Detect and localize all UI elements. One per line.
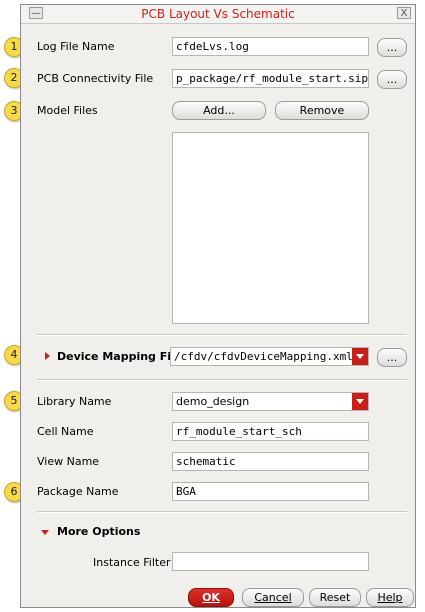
help-button[interactable]: Help (366, 588, 414, 607)
device-mapping-label[interactable]: Device Mapping File (57, 350, 182, 363)
cell-name-field[interactable]: rf_module_start_sch (172, 422, 369, 441)
device-mapping-browse-button[interactable]: ... (377, 348, 407, 367)
library-name-combo[interactable]: demo_design (172, 392, 369, 411)
instance-filter-label: Instance Filter (93, 556, 171, 569)
dialog-window: — PCB Layout Vs Schematic X Log File Nam… (20, 4, 416, 608)
package-name-label: Package Name (37, 485, 119, 498)
view-name-label: View Name (37, 455, 100, 468)
expand-arrow-icon[interactable] (45, 352, 50, 360)
cell-name-label: Cell Name (37, 425, 94, 438)
instance-filter-field[interactable] (172, 552, 369, 571)
cancel-button[interactable]: Cancel (242, 588, 304, 607)
help-label: Help (377, 591, 403, 604)
pcb-connectivity-label: PCB Connectivity File (37, 72, 154, 85)
remove-model-button[interactable]: Remove (275, 101, 369, 120)
log-file-field[interactable]: cfdeLvs.log (172, 37, 369, 56)
ok-button[interactable]: OK (188, 588, 234, 607)
log-file-browse-button[interactable]: ... (377, 38, 407, 57)
device-mapping-combo[interactable]: /cfdv/cfdvDeviceMapping.xml (170, 347, 369, 366)
library-name-label: Library Name (37, 395, 112, 408)
device-mapping-value: /cfdv/cfdvDeviceMapping.xml (174, 350, 353, 363)
dropdown-arrow-icon[interactable] (352, 393, 368, 410)
window-title: PCB Layout Vs Schematic (141, 7, 295, 21)
model-files-list[interactable] (172, 132, 369, 324)
reset-button[interactable]: Reset (309, 588, 361, 607)
cancel-label: Cancel (254, 591, 292, 604)
ok-label: OK (202, 591, 220, 604)
pcb-connectivity-field[interactable]: p_package/rf_module_start.sip (172, 69, 369, 88)
dropdown-arrow-icon[interactable] (352, 348, 368, 365)
separator-3 (37, 511, 407, 513)
pcb-connectivity-browse-button[interactable]: ... (377, 70, 407, 89)
library-name-value: demo_design (176, 395, 250, 408)
close-icon[interactable]: X (397, 7, 411, 19)
separator-2 (37, 379, 407, 381)
collapse-arrow-icon[interactable] (41, 530, 49, 535)
view-name-field[interactable]: schematic (172, 452, 369, 471)
log-file-label: Log File Name (37, 40, 115, 53)
title-bar: — PCB Layout Vs Schematic X (21, 5, 415, 24)
add-model-button[interactable]: Add... (172, 101, 266, 120)
separator-1 (37, 334, 407, 336)
more-options-label[interactable]: More Options (57, 525, 140, 538)
model-files-label: Model Files (37, 104, 98, 117)
package-name-field[interactable]: BGA (172, 482, 369, 501)
